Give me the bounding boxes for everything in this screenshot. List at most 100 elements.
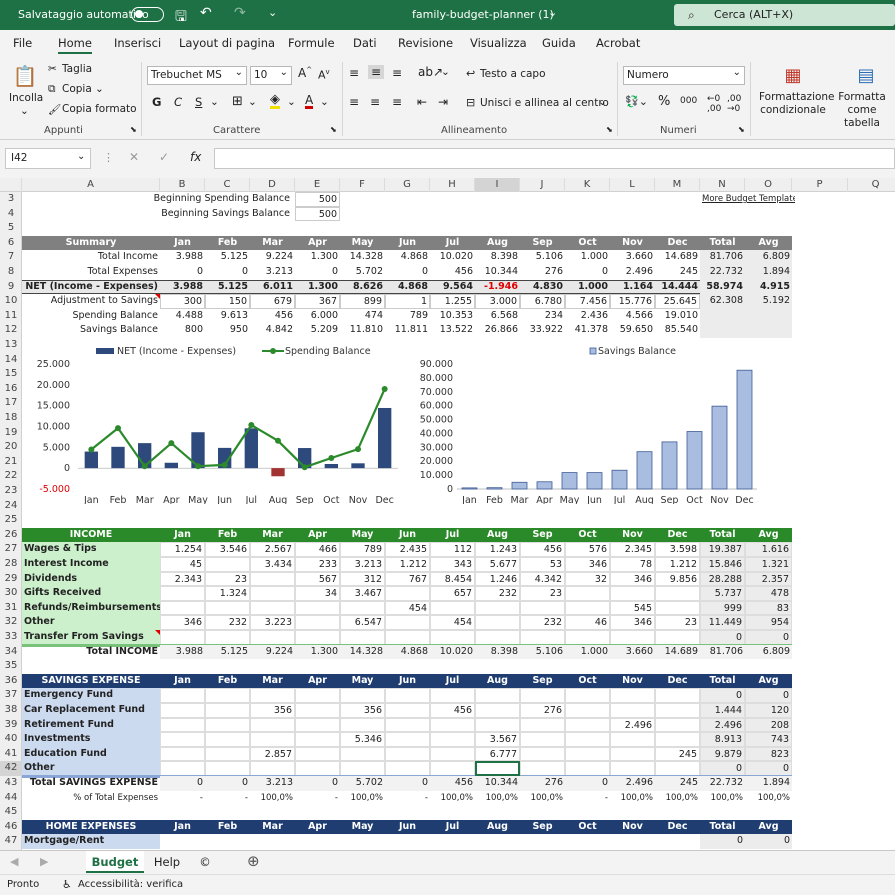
row-header[interactable]: 12 [0, 323, 22, 338]
row-header[interactable]: 32 [0, 615, 22, 630]
font-color-icon[interactable]: A [305, 94, 314, 109]
font-name-select[interactable]: Trebuchet MS [147, 64, 247, 85]
savings-value[interactable]: 2.857 [250, 746, 295, 762]
income-value[interactable]: 1.254 [160, 542, 205, 557]
savings-total-value[interactable]: 10.344 [475, 776, 520, 791]
income-value[interactable]: 1.212 [655, 557, 700, 572]
savings-value[interactable] [610, 732, 655, 747]
summary-value[interactable]: 11.811 [385, 323, 430, 338]
income-value[interactable]: 567 [295, 571, 340, 587]
month-header[interactable]: Jul [430, 528, 475, 543]
month-header[interactable]: Jul [430, 820, 475, 835]
savings-value[interactable] [655, 732, 700, 747]
worksheet-grid[interactable]: Beginning Spending Balance 500 Beginning S… [22, 192, 895, 850]
income-row-label[interactable]: Transfer From Savings [22, 630, 160, 645]
income-row-label[interactable]: Other [22, 615, 160, 630]
savings-value[interactable] [385, 746, 430, 762]
savings-value[interactable] [340, 688, 385, 703]
tab-home[interactable]: Home [58, 36, 92, 54]
income-value[interactable] [565, 586, 610, 601]
income-value[interactable]: 15.846 [700, 557, 745, 572]
savings-total-value[interactable]: 245 [655, 776, 700, 791]
income-value[interactable] [430, 600, 475, 616]
income-row-label[interactable]: Refunds/Reimbursements [22, 600, 160, 616]
input-beginning-savings[interactable]: 500 [295, 206, 340, 222]
income-value[interactable] [205, 600, 250, 616]
month-header[interactable]: Sep [520, 674, 565, 689]
summary-row-label[interactable]: Savings Balance [22, 323, 160, 338]
savings-pct-value[interactable]: 100,0% [340, 791, 385, 806]
row-header[interactable]: 45 [0, 805, 22, 820]
row-header[interactable]: 36 [0, 674, 22, 689]
summary-value[interactable]: 5.702 [340, 265, 385, 280]
month-header[interactable]: Apr [295, 236, 340, 251]
savings-total-value[interactable]: 1.894 [745, 776, 792, 791]
savings-total-value[interactable]: 5.702 [340, 776, 385, 791]
income-value[interactable] [295, 615, 340, 630]
savings-value[interactable] [205, 688, 250, 703]
column-header[interactable]: O [745, 178, 792, 192]
home-value[interactable]: 0 [745, 834, 792, 849]
align-middle-icon[interactable]: ≡ [368, 65, 385, 79]
month-header[interactable]: Sep [520, 236, 565, 251]
row-header[interactable]: 26 [0, 528, 22, 543]
month-header[interactable]: Jun [385, 528, 430, 543]
summary-value[interactable]: 234 [520, 309, 565, 324]
income-value[interactable] [430, 630, 475, 645]
summary-value[interactable]: 6.780 [520, 294, 565, 309]
savings-pct-value[interactable]: 100,0% [700, 791, 745, 806]
income-value[interactable] [250, 630, 295, 645]
savings-pct-value[interactable]: 100,0% [250, 791, 295, 806]
month-header[interactable]: Avg [745, 236, 792, 251]
month-header[interactable]: Nov [610, 820, 655, 835]
income-row-label[interactable]: Wages & Tips [22, 542, 160, 557]
savings-value[interactable] [430, 732, 475, 747]
savings-value[interactable] [565, 703, 610, 718]
summary-value[interactable]: 26.866 [475, 323, 520, 338]
tab-help[interactable]: Guida [542, 36, 576, 50]
summary-value[interactable]: 9.613 [205, 309, 250, 324]
summary-value[interactable]: -1.946 [475, 280, 520, 295]
income-value[interactable] [520, 630, 565, 645]
savings-pct-value[interactable]: - [565, 791, 610, 806]
income-value[interactable]: 2.435 [385, 542, 430, 557]
summary-value[interactable]: 33.922 [520, 323, 565, 338]
income-total-value[interactable]: 5.106 [520, 644, 565, 660]
month-header[interactable]: Sep [520, 820, 565, 835]
summary-row-label[interactable]: Adjustment to Savings [22, 294, 160, 309]
conditional-format-icon[interactable]: ▦ [780, 62, 806, 88]
decrease-decimal-icon[interactable]: ,00 →0 [727, 94, 741, 114]
savings-value[interactable]: 5.346 [340, 732, 385, 747]
merge-dropdown-icon[interactable]: ⌄ [598, 96, 607, 108]
tab-formulas[interactable]: Formule [288, 36, 335, 50]
month-header[interactable]: Avg [745, 674, 792, 689]
income-value[interactable]: 83 [745, 600, 792, 616]
summary-value[interactable]: 1.300 [295, 280, 340, 295]
savings-value[interactable] [565, 717, 610, 733]
savings-value[interactable]: 456 [430, 703, 475, 718]
tab-review[interactable]: Revisione [398, 36, 453, 50]
income-value[interactable] [205, 557, 250, 572]
savings-value[interactable]: 245 [655, 746, 700, 762]
savings-value[interactable]: 8.913 [700, 732, 745, 747]
comment-indicator-icon[interactable] [155, 294, 160, 300]
summary-value[interactable]: 5.125 [205, 250, 250, 265]
income-value[interactable]: 454 [430, 615, 475, 630]
income-value[interactable] [205, 630, 250, 645]
row-header[interactable]: 10 [0, 294, 22, 309]
month-header[interactable]: Nov [610, 674, 655, 689]
savings-row-label[interactable]: Car Replacement Fund [22, 703, 160, 718]
income-value[interactable]: 999 [700, 600, 745, 616]
row-header[interactable]: 7 [0, 250, 22, 265]
row-header[interactable]: 46 [0, 820, 22, 835]
redo-icon[interactable]: ↷ [234, 5, 246, 21]
savings-value[interactable] [385, 717, 430, 733]
home-value[interactable] [160, 834, 205, 849]
savings-value[interactable] [250, 732, 295, 747]
title-dropdown-icon[interactable]: ⌄ [548, 6, 557, 19]
income-value[interactable] [160, 630, 205, 645]
select-all-corner[interactable] [0, 178, 22, 192]
summary-value[interactable]: 25.645 [655, 294, 700, 309]
income-value[interactable]: 53 [520, 557, 565, 572]
income-value[interactable]: 3.598 [655, 542, 700, 557]
